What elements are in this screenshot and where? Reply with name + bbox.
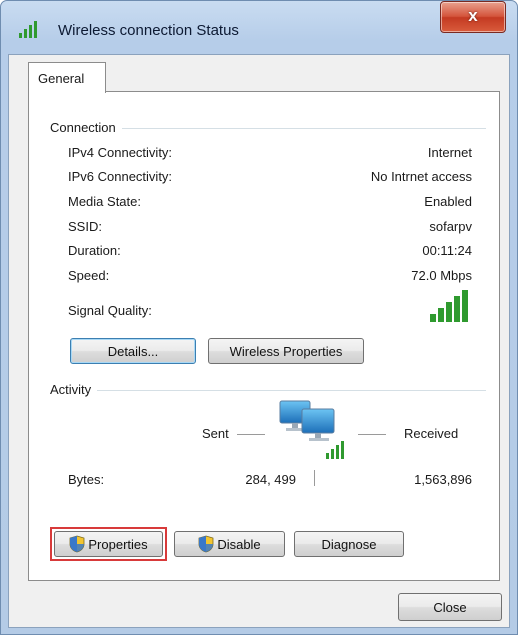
connection-group-label: Connection bbox=[50, 120, 122, 135]
details-button-label: Details... bbox=[107, 343, 159, 359]
tab-panel-general bbox=[28, 91, 500, 581]
sent-label: Sent bbox=[202, 426, 229, 441]
bytes-received-value: 1,563,896 bbox=[414, 472, 472, 487]
activity-group-label: Activity bbox=[50, 382, 98, 397]
properties-label: Properties bbox=[88, 536, 148, 552]
window-title: Wireless connection Status bbox=[58, 22, 239, 39]
uac-shield-icon bbox=[69, 535, 85, 553]
disable-button[interactable]: Disable bbox=[174, 531, 285, 557]
tab-label: General bbox=[38, 71, 85, 86]
speed-label: Speed: bbox=[68, 268, 110, 283]
wireless-properties-label: Wireless Properties bbox=[229, 343, 343, 359]
close-icon: x bbox=[468, 6, 478, 25]
close-button[interactable]: Close bbox=[398, 593, 502, 621]
ssid-value: sofarpv bbox=[429, 219, 472, 234]
received-line bbox=[358, 434, 386, 435]
properties-button[interactable]: Properties bbox=[54, 531, 163, 557]
signal-quality-label: Signal Quality: bbox=[68, 303, 152, 318]
diagnose-label: Diagnose bbox=[321, 536, 377, 552]
diagnose-button[interactable]: Diagnose bbox=[294, 531, 404, 557]
window-close-button[interactable]: x bbox=[440, 1, 506, 33]
ipv4-label: IPv4 Connectivity: bbox=[68, 145, 173, 160]
tab-general[interactable]: General bbox=[28, 62, 106, 93]
bytes-label: Bytes: bbox=[68, 472, 105, 487]
bytes-divider bbox=[314, 470, 315, 486]
details-button[interactable]: Details... bbox=[70, 338, 196, 364]
media-state-value: Enabled bbox=[424, 194, 472, 209]
ipv6-value: No Intrnet access bbox=[370, 169, 472, 184]
disable-label: Disable bbox=[217, 536, 261, 552]
close-label: Close bbox=[433, 599, 467, 615]
ipv4-value: Internet bbox=[427, 145, 472, 160]
network-computers-icon bbox=[279, 400, 344, 459]
duration-value: 00:11:24 bbox=[422, 243, 472, 258]
signal-quality-icon bbox=[430, 290, 468, 322]
media-state-label: Media State: bbox=[68, 194, 141, 209]
ssid-label: SSID: bbox=[68, 219, 102, 234]
activity-group-border bbox=[50, 390, 486, 391]
wireless-signal-icon bbox=[19, 21, 37, 38]
speed-value: 72.0 Mbps bbox=[411, 268, 472, 283]
received-label: Received bbox=[404, 426, 459, 441]
duration-label: Duration: bbox=[68, 243, 121, 258]
sent-line bbox=[237, 434, 265, 435]
uac-shield-icon bbox=[198, 535, 214, 553]
bytes-sent-value: 284, 499 bbox=[245, 472, 296, 487]
wireless-properties-button[interactable]: Wireless Properties bbox=[208, 338, 364, 364]
ipv6-label: IPv6 Connectivity: bbox=[68, 169, 173, 184]
